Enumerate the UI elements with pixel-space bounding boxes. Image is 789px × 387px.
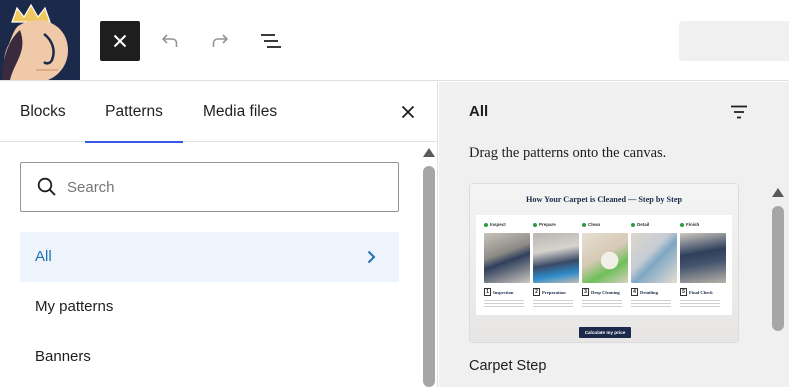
step-number: 3 — [582, 288, 589, 296]
step-description — [631, 300, 671, 308]
tab-blocks[interactable]: Blocks — [20, 82, 66, 142]
redo-button[interactable] — [200, 21, 240, 61]
patterns-scrollbar[interactable] — [771, 186, 789, 387]
command-palette-field[interactable] — [679, 21, 789, 61]
crown-woman-logo-icon — [0, 0, 80, 80]
scroll-up-arrow-icon[interactable] — [423, 148, 435, 157]
filter-button[interactable] — [727, 100, 751, 124]
tab-media-files[interactable]: Media files — [203, 82, 277, 142]
step-number: 1 — [484, 288, 491, 296]
pattern-search-box[interactable] — [20, 162, 399, 212]
preview-step: Prepare 2 Preparation — [533, 215, 579, 315]
step-photo — [484, 233, 530, 283]
search-icon — [35, 175, 59, 199]
document-outline-icon — [261, 34, 281, 48]
filter-icon — [731, 105, 747, 119]
step-photo — [582, 233, 628, 283]
tab-patterns[interactable]: Patterns — [85, 82, 183, 143]
preview-cta-button: Calculate my price — [579, 327, 631, 338]
step-photo — [680, 233, 726, 283]
step-name: Deep Cleaning — [591, 290, 620, 295]
step-number: 5 — [680, 288, 687, 296]
site-logo[interactable] — [0, 0, 80, 80]
preview-step: Finish 5 Final Check — [680, 215, 726, 315]
close-panel-button[interactable] — [396, 100, 420, 124]
preview-step: Clean 3 Deep Cleaning — [582, 215, 628, 315]
undo-icon — [161, 34, 178, 47]
step-name: Final Check — [689, 290, 713, 295]
category-label: Banners — [35, 348, 91, 365]
pattern-list-panel: All Drag the patterns onto the canvas. H… — [439, 82, 789, 387]
scrollbar-thumb[interactable] — [772, 206, 784, 331]
preview-step: Detail 4 Detailing — [631, 215, 677, 315]
category-label: All — [35, 248, 52, 265]
drag-hint-text: Drag the patterns onto the canvas. — [469, 145, 667, 161]
category-all[interactable]: All — [20, 232, 399, 282]
step-tag: Prepare — [533, 222, 556, 227]
search-input[interactable] — [67, 178, 387, 196]
step-number: 4 — [631, 288, 638, 296]
step-name: Detailing — [640, 290, 658, 295]
scrollbar-thumb[interactable] — [423, 166, 435, 387]
close-icon — [401, 105, 415, 119]
step-number: 2 — [533, 288, 540, 296]
preview-heading: How Your Carpet is Cleaned — Step by Ste… — [525, 195, 683, 204]
step-tag: Inspect — [484, 222, 506, 227]
preview-steps: Inspect 1 Inspection Prepare 2 Preparati… — [476, 215, 732, 315]
step-description — [680, 300, 720, 308]
pattern-card[interactable]: How Your Carpet is Cleaned — Step by Ste… — [469, 183, 739, 343]
step-photo — [533, 233, 579, 283]
step-tag: Finish — [680, 222, 699, 227]
step-tag: Clean — [582, 222, 600, 227]
pattern-category-title: All — [469, 103, 489, 120]
category-my-patterns[interactable]: My patterns — [20, 282, 399, 332]
redo-icon — [212, 34, 229, 47]
undo-button[interactable] — [150, 21, 190, 61]
scroll-up-arrow-icon[interactable] — [772, 188, 784, 197]
preview-step: Inspect 1 Inspection — [484, 215, 530, 315]
pattern-preview: How Your Carpet is Cleaned — Step by Ste… — [470, 184, 738, 342]
document-outline-button[interactable] — [250, 21, 290, 61]
inserter-tabs: Blocks Patterns Media files — [0, 82, 437, 143]
step-description — [533, 300, 573, 308]
editor-toolbar — [0, 0, 789, 81]
category-banners[interactable]: Banners — [20, 332, 399, 382]
step-name: Inspection — [493, 290, 514, 295]
close-inserter-button[interactable] — [100, 21, 140, 61]
step-name: Preparation — [542, 290, 566, 295]
step-description — [484, 300, 524, 308]
category-label: My patterns — [35, 298, 114, 315]
block-inserter-panel: Blocks Patterns Media files All My patte… — [0, 82, 438, 387]
pattern-name[interactable]: Carpet Step — [469, 358, 546, 374]
close-icon — [113, 34, 127, 48]
step-tag: Detail — [631, 222, 649, 227]
categories-scrollbar[interactable] — [422, 146, 438, 387]
step-description — [582, 300, 622, 308]
chevron-right-icon — [359, 245, 383, 269]
step-photo — [631, 233, 677, 283]
